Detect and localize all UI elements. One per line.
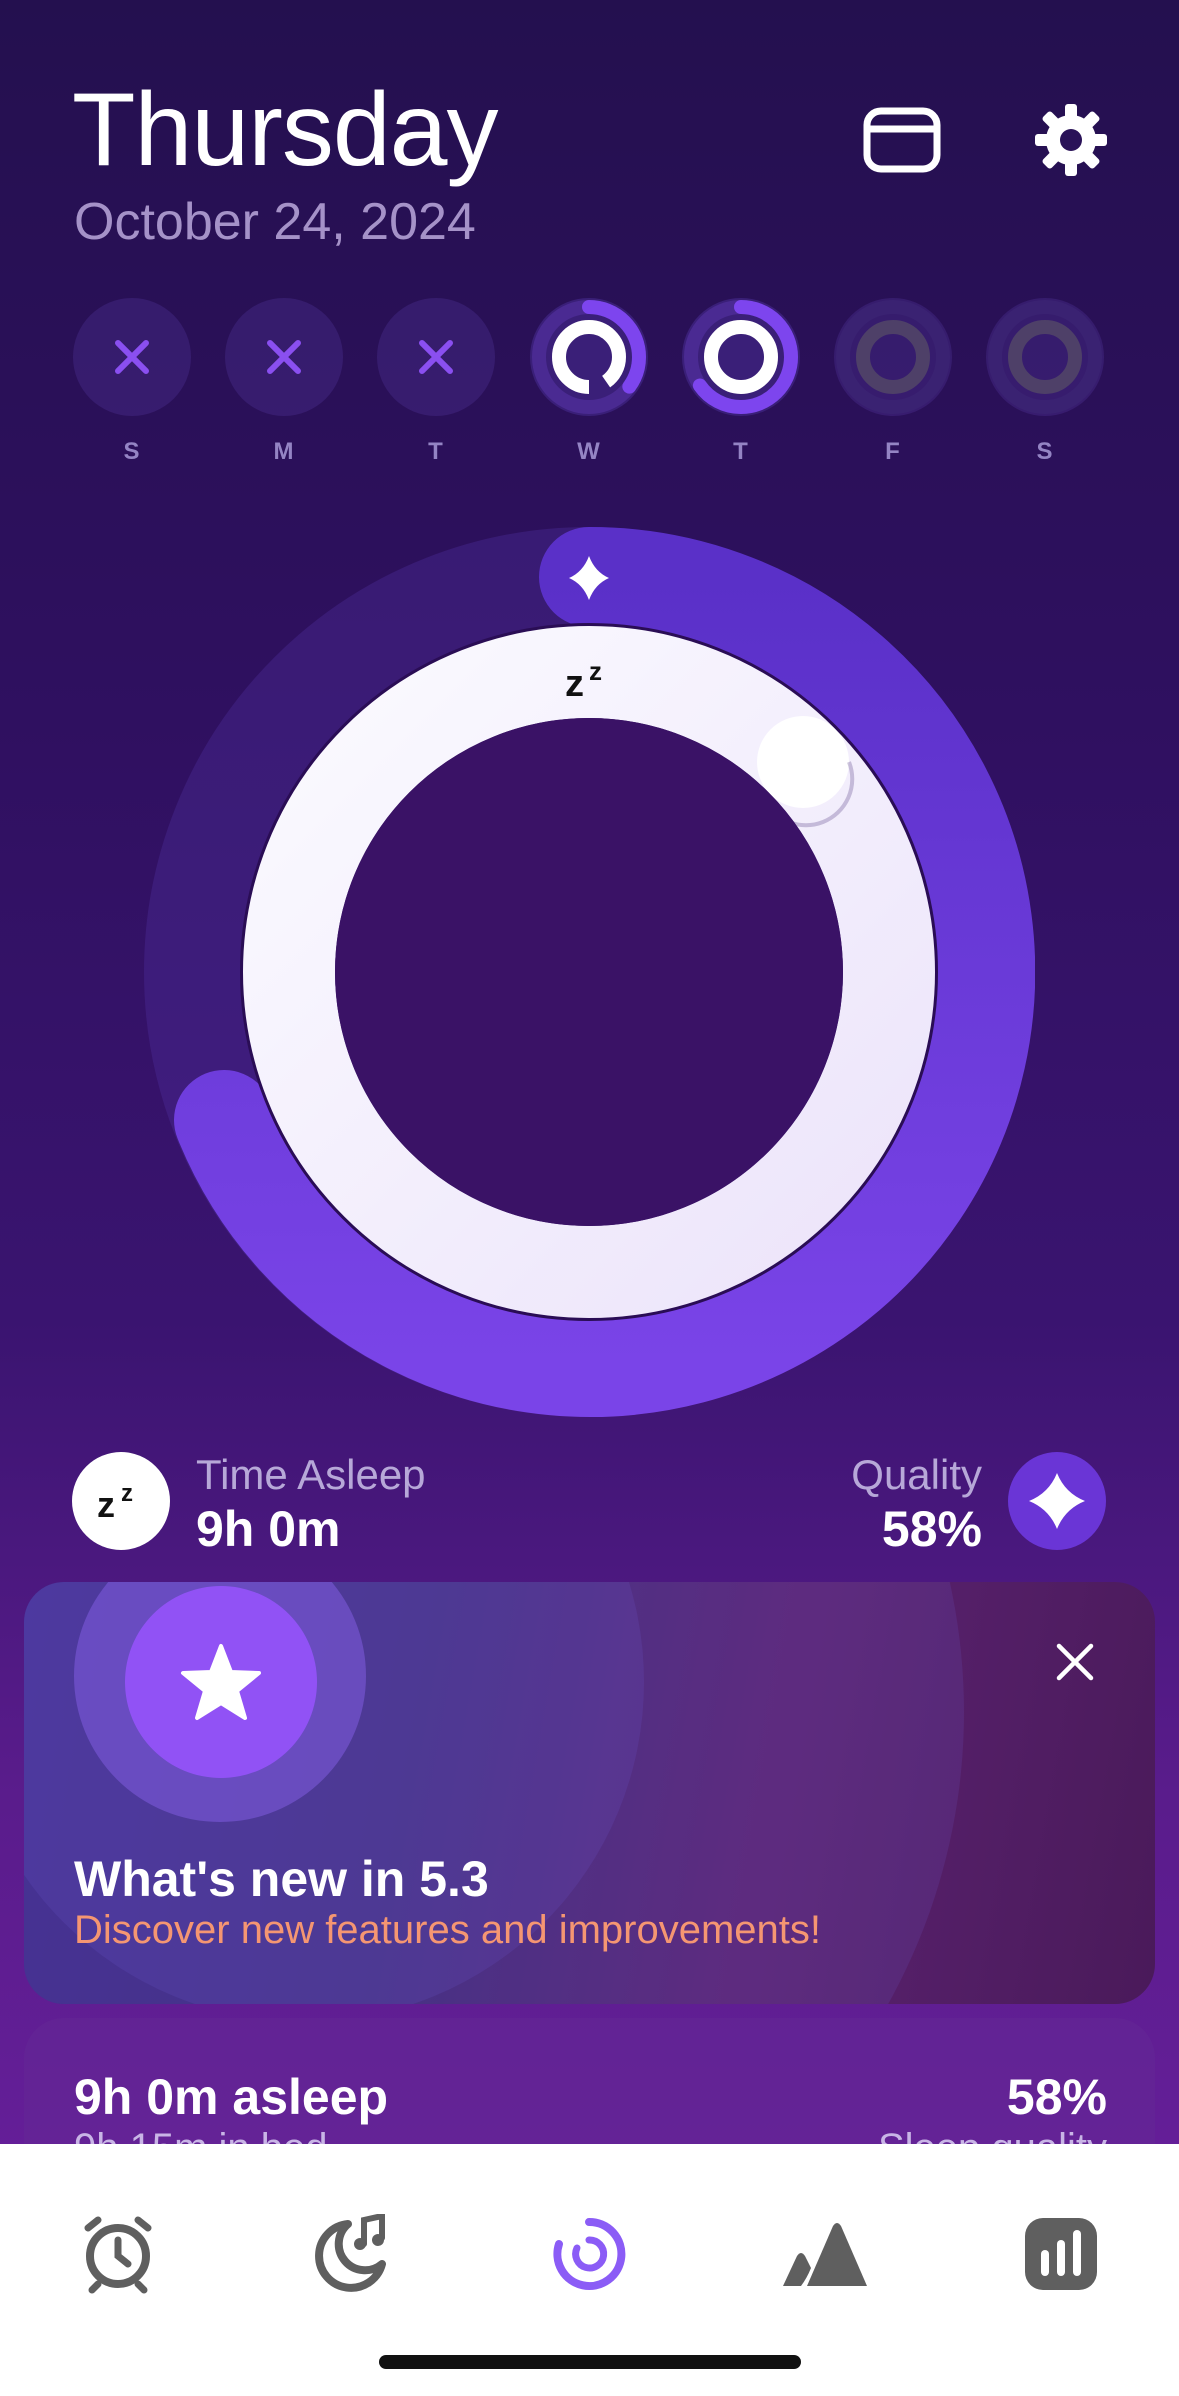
calendar-icon xyxy=(863,107,941,173)
svg-text:z: z xyxy=(121,1480,133,1507)
missed-x-icon xyxy=(115,340,149,374)
day-ring-icon xyxy=(988,300,1102,414)
settings-button[interactable] xyxy=(1031,100,1111,180)
day-bubble xyxy=(530,298,648,416)
day-letter: T xyxy=(428,438,444,465)
time-asleep-label: Time Asleep xyxy=(196,1451,426,1498)
calendar-button[interactable] xyxy=(862,100,942,180)
day-ring-icon xyxy=(532,300,646,414)
day-saturday[interactable]: S xyxy=(985,298,1105,466)
tab-sleep[interactable] xyxy=(529,2204,649,2304)
day-bubble xyxy=(834,298,952,416)
day-letter: M xyxy=(273,438,295,465)
day-sunday[interactable]: S xyxy=(72,298,192,466)
zz-icon: z z xyxy=(97,1480,133,1523)
quality-badge xyxy=(1008,1452,1106,1550)
day-wednesday[interactable]: W xyxy=(529,298,649,466)
alarm-clock-icon xyxy=(84,2216,152,2294)
missed-x-icon xyxy=(419,340,453,374)
gear-icon xyxy=(1035,104,1107,176)
day-bubble xyxy=(682,298,800,416)
diamond-icon xyxy=(1029,1473,1085,1529)
tab-sleep-aid[interactable] xyxy=(292,2204,412,2304)
day-letter: F xyxy=(885,438,901,465)
moon-music-icon xyxy=(315,2214,386,2292)
day-bubble xyxy=(225,298,343,416)
whats-new-title: What's new in 5.3 xyxy=(74,1851,489,1907)
day-friday[interactable]: F xyxy=(833,298,953,466)
star-badge xyxy=(125,1586,317,1778)
home-indicator[interactable] xyxy=(379,2355,801,2369)
star-icon xyxy=(181,1644,261,1720)
tab-insights[interactable] xyxy=(765,2204,885,2304)
quality-value: 58% xyxy=(881,1501,982,1557)
close-button[interactable] xyxy=(1043,1630,1107,1694)
day-ring-icon xyxy=(836,300,950,414)
day-tuesday[interactable]: T xyxy=(376,298,496,466)
tab-statistics[interactable] xyxy=(1001,2204,1121,2304)
asleep-badge: z z xyxy=(72,1452,170,1550)
tab-bar xyxy=(0,2144,1179,2396)
svg-text:z: z xyxy=(589,656,602,686)
mountain-icon xyxy=(783,2223,867,2286)
svg-text:z: z xyxy=(97,1484,115,1523)
asleep-summary: 9h 0m asleep xyxy=(74,2069,389,2125)
day-letter: W xyxy=(577,438,601,465)
day-monday[interactable]: M xyxy=(224,298,344,466)
page-title: Thursday xyxy=(72,72,499,188)
day-bubble xyxy=(73,298,191,416)
zz-icon: z xyxy=(565,663,584,705)
stats-icon xyxy=(1025,2218,1097,2290)
day-letter: S xyxy=(123,438,141,465)
page-date: October 24, 2024 xyxy=(74,193,476,251)
day-bubble xyxy=(377,298,495,416)
time-asleep-value: 9h 0m xyxy=(196,1501,341,1557)
whats-new-subtitle: Discover new features and improvements! xyxy=(74,1908,821,1952)
quality-summary: 58% xyxy=(1006,2069,1107,2125)
sleep-ring[interactable]: z z xyxy=(143,526,1036,1418)
day-letter: T xyxy=(733,438,749,465)
missed-x-icon xyxy=(267,340,301,374)
day-ring-icon xyxy=(684,300,798,414)
sleep-cycle-icon xyxy=(553,2217,626,2290)
sleep-ring-graphic: z z xyxy=(144,526,1036,1417)
whats-new-card[interactable]: What's new in 5.3 Discover new features … xyxy=(24,1582,1155,2004)
day-letter: S xyxy=(1036,438,1054,465)
quality-label: Quality xyxy=(851,1451,982,1498)
tab-alarm[interactable] xyxy=(58,2204,178,2304)
close-icon xyxy=(1056,1643,1094,1681)
day-bubble xyxy=(986,298,1104,416)
day-thursday[interactable]: T xyxy=(681,298,801,466)
